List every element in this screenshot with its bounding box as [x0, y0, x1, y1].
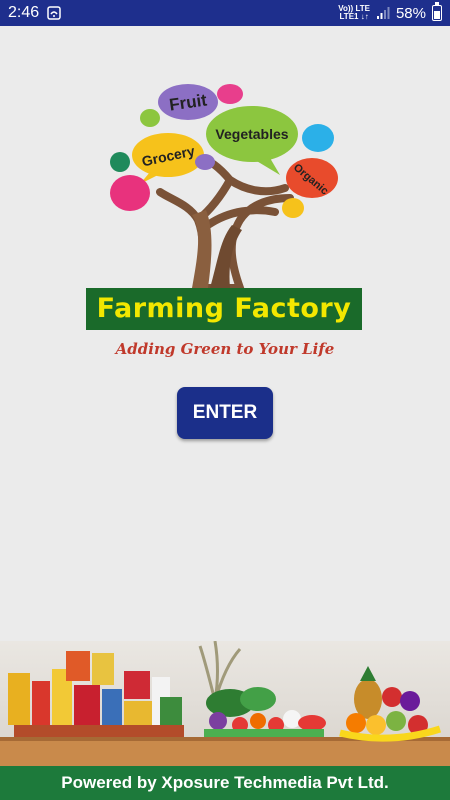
status-left: 2:46 [8, 4, 61, 22]
bubble-vegetables-label: Vegetables [215, 126, 288, 142]
status-right: Vo)) LTE LTE1 ↓↑ 58% [338, 2, 442, 22]
brand-tagline: Adding Green to Your Life [115, 340, 335, 358]
brand-name: Farming Factory [86, 288, 362, 330]
battery-icon [432, 2, 442, 21]
bubble-magenta [110, 175, 150, 211]
bubble-blue [302, 124, 334, 152]
battery-percent: 58% [395, 4, 426, 22]
footer-powered-by: Powered by Xposure Techmedia Pvt Ltd. [0, 766, 450, 800]
enter-button[interactable]: ENTER [177, 387, 273, 439]
bubble-pink-small [217, 84, 243, 104]
bubble-purple [195, 154, 215, 170]
network-label-bottom: LTE1 ↓↑ [339, 12, 369, 21]
wifi-calling-icon [47, 6, 61, 20]
network-indicator: Vo)) LTE LTE1 ↓↑ [338, 5, 370, 21]
status-bar: 2:46 Vo)) LTE LTE1 ↓↑ 58% [0, 0, 450, 26]
bubble-green-small [140, 109, 160, 127]
produce-banner-image [0, 641, 450, 766]
banner-illustration [0, 641, 450, 766]
signal-icon [376, 7, 390, 19]
app-logo: Fruit Grocery Vegetables Organic Farming… [80, 80, 370, 370]
battery-fill [434, 10, 440, 19]
bubble-yellow-small [282, 198, 304, 218]
status-time: 2:46 [8, 4, 40, 21]
bubble-teal [110, 152, 130, 172]
